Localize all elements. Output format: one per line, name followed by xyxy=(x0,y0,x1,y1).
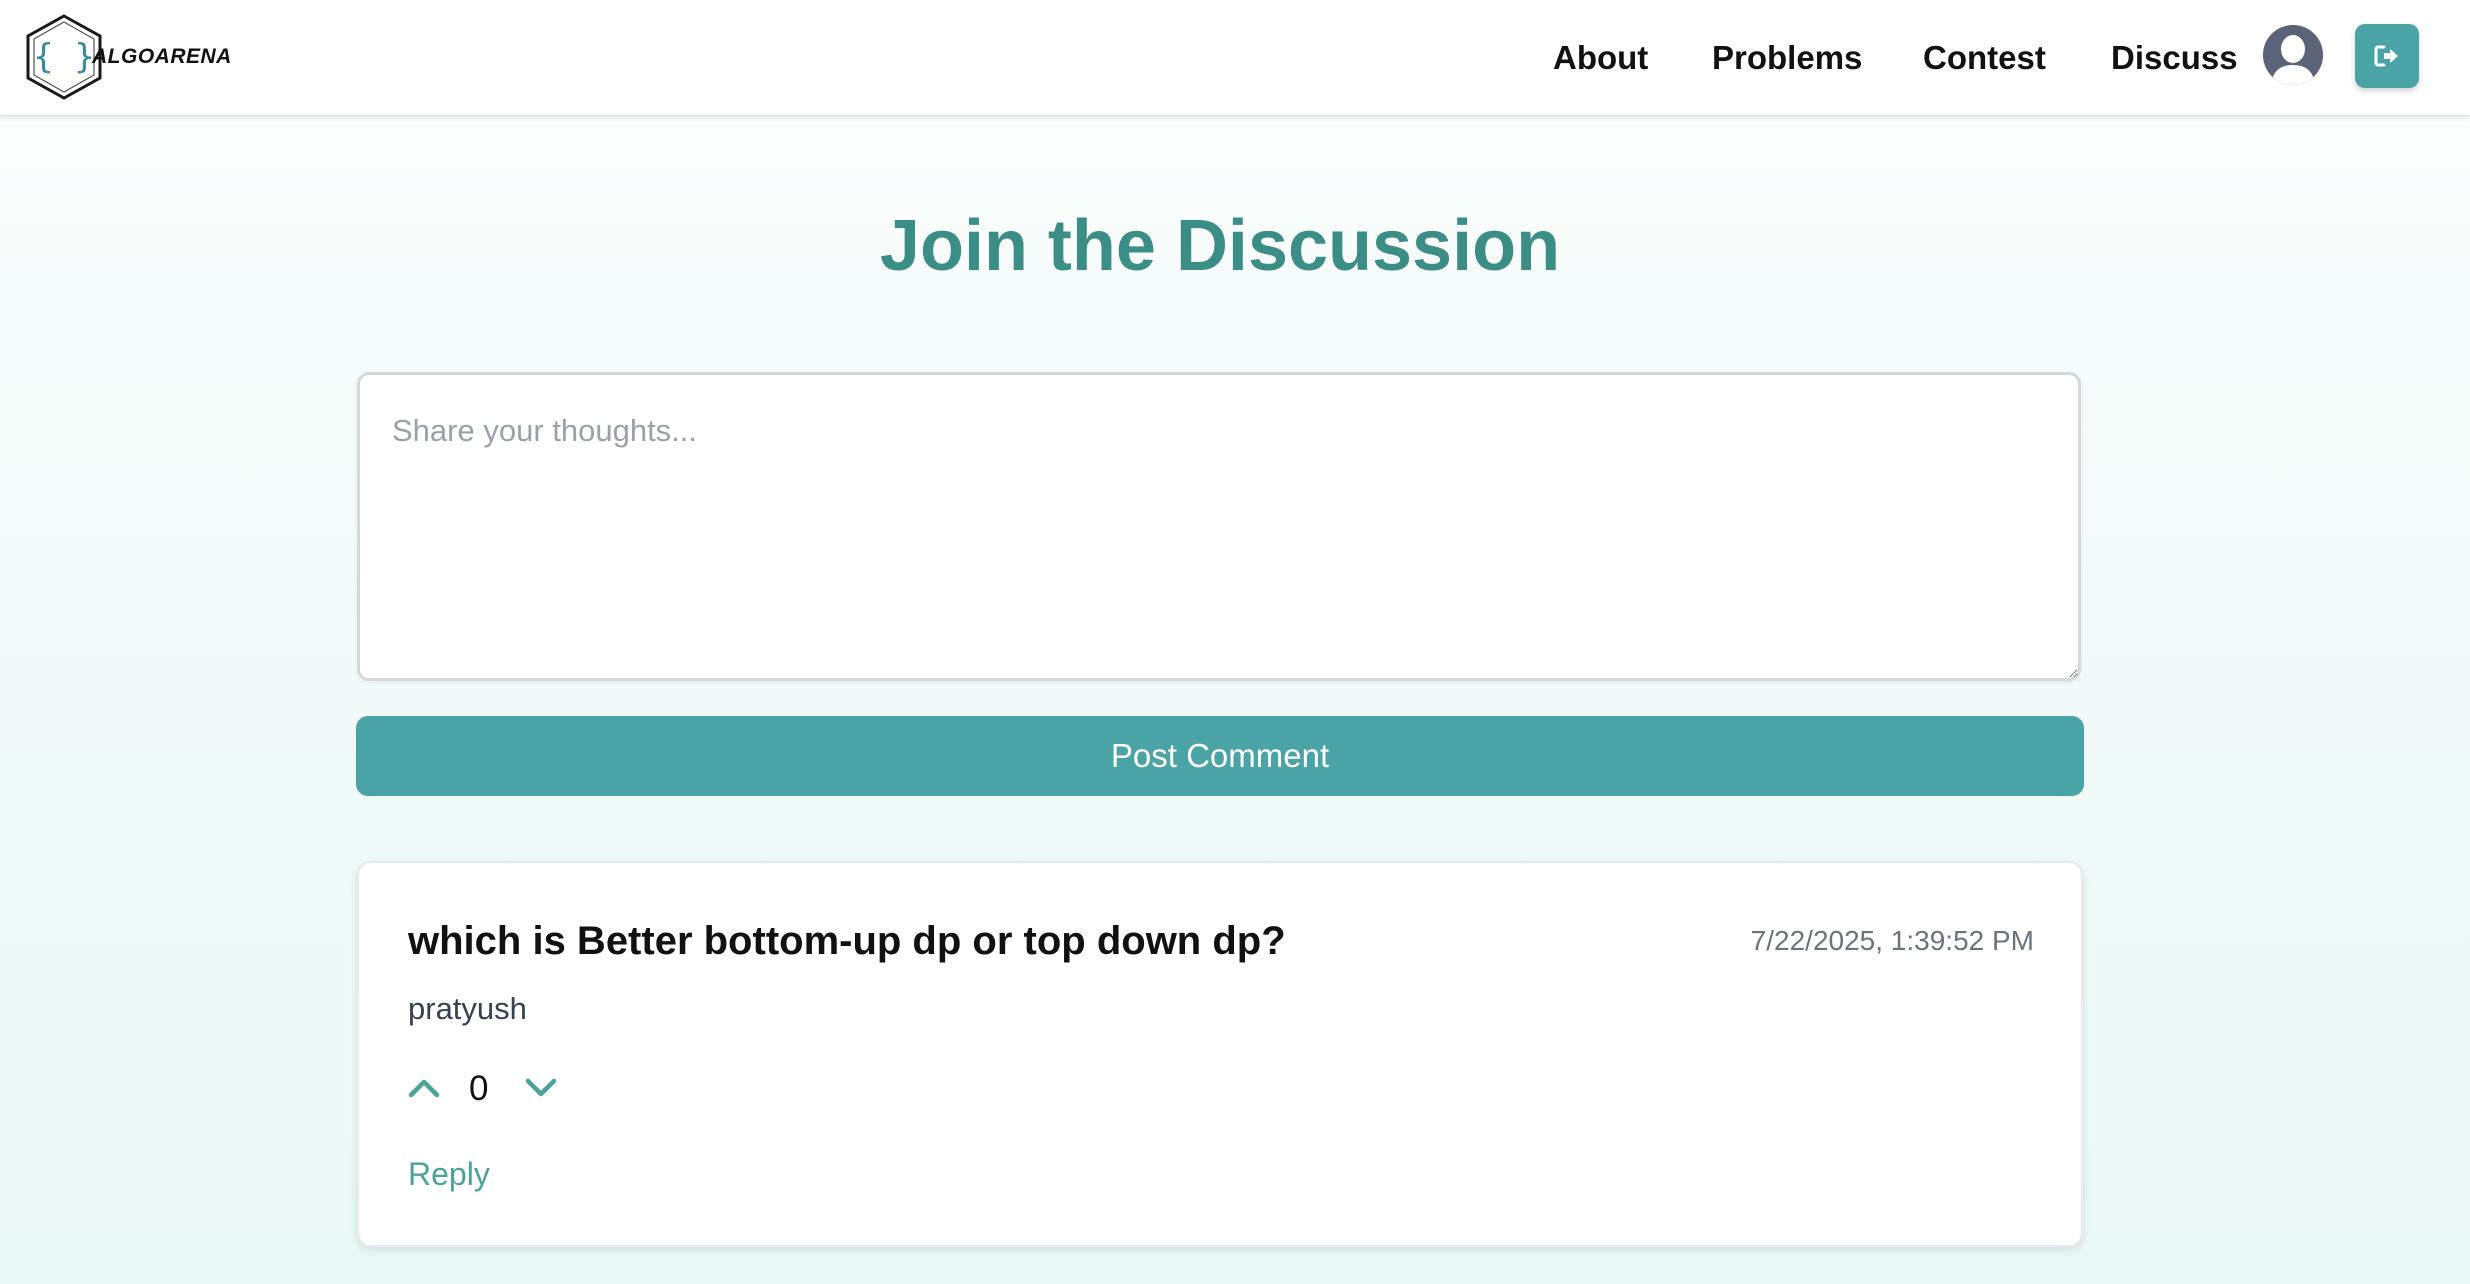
user-avatar[interactable] xyxy=(2263,25,2323,85)
downvote-button[interactable] xyxy=(521,1068,561,1108)
reply-link[interactable]: Reply xyxy=(408,1156,490,1193)
upvote-button[interactable] xyxy=(404,1068,444,1108)
comment-author: pratyush xyxy=(408,991,527,1026)
nav-contest[interactable]: Contest xyxy=(1923,0,2046,115)
nav-about[interactable]: About xyxy=(1553,0,1648,115)
comment-textarea[interactable] xyxy=(357,372,2081,681)
post-comment-button[interactable]: Post Comment xyxy=(356,716,2084,796)
svg-text:{ }: { } xyxy=(33,37,94,77)
comment-card: which is Better bottom-up dp or top down… xyxy=(357,861,2083,1247)
page-title: Join the Discussion xyxy=(879,206,1561,286)
nav-discuss[interactable]: Discuss xyxy=(2111,0,2238,115)
user-avatar-icon xyxy=(2263,25,2323,85)
nav-problems[interactable]: Problems xyxy=(1712,0,1862,115)
top-navbar: { } ALGOARENA About Problems Contest Dis… xyxy=(0,0,2470,115)
comment-timestamp: 7/22/2025, 1:39:52 PM xyxy=(1750,925,2034,956)
comment-title: which is Better bottom-up dp or top down… xyxy=(408,919,1286,963)
vote-count: 0 xyxy=(469,1069,489,1108)
logout-button[interactable] xyxy=(2355,24,2419,88)
chevron-up-icon xyxy=(408,1079,440,1098)
algoarena-logo[interactable]: { } ALGOARENA xyxy=(24,12,231,102)
logout-icon xyxy=(2374,45,2398,67)
chevron-down-icon xyxy=(525,1078,557,1097)
brand-name: ALGOARENA xyxy=(92,45,232,68)
